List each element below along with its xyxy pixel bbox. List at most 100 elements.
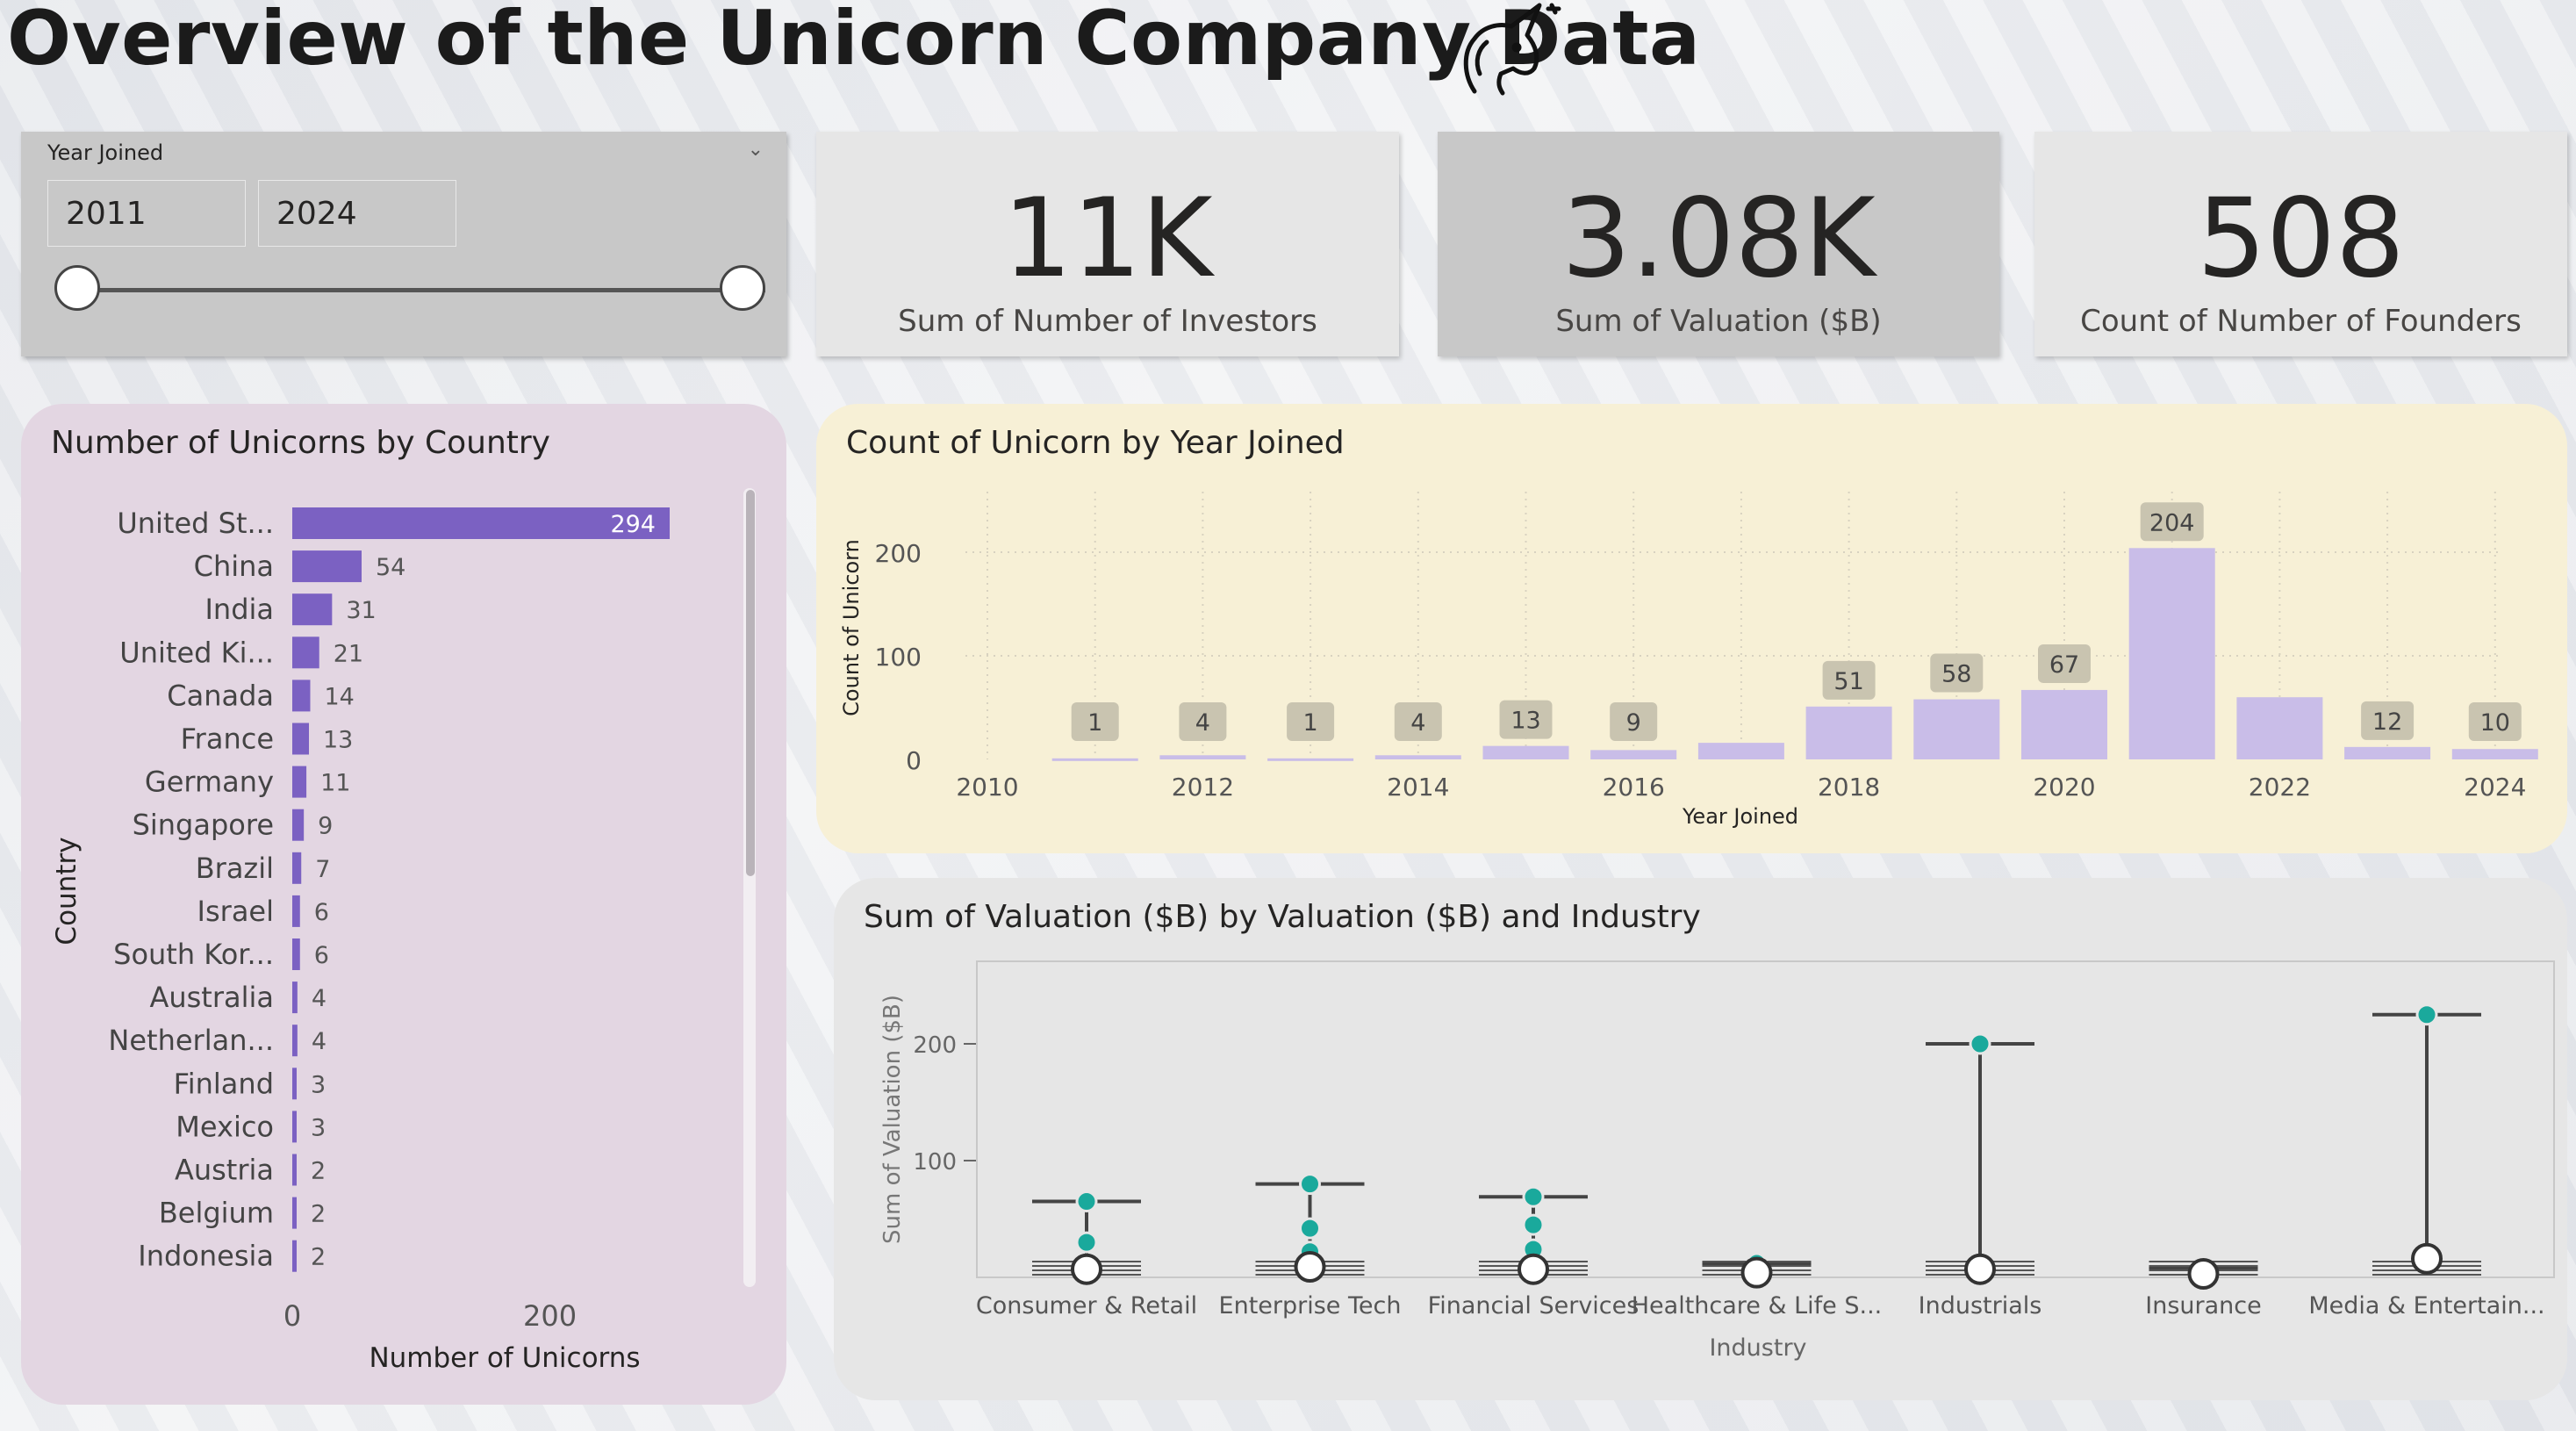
year-chart-panel: Count of Unicorn by Year Joined 0 100 200 2… [816,404,2567,853]
median-marker [2187,1258,2220,1291]
valuation-scatter-chart: 100 200 Consumer & Retail Enterprise Tech Fi… [879,960,2555,1362]
x-tick-label: 2018 [1818,773,1880,802]
data-point [1522,1213,1545,1236]
x-tick-label: Enterprise Tech [1219,1292,1402,1320]
data-label: 9 [318,813,333,840]
x-tick-label: Consumer & Retail [976,1292,1197,1320]
year-bar [1374,755,1461,759]
country-tick-label: Canada [167,679,274,712]
country-tick-label: Singapore [133,809,274,842]
country-bar [292,809,305,841]
data-point [1299,1217,1321,1240]
country-tick-label: Belgium [159,1197,274,1230]
slider-end-handle[interactable] [720,265,765,311]
slider-track[interactable] [79,288,765,292]
year-bar [2021,689,2107,759]
year-bar [1159,755,1246,759]
data-label: 1 [1303,709,1318,737]
x-tick-label: Insurance [2145,1292,2261,1320]
data-label: 14 [324,683,354,710]
data-label: 12 [2372,708,2402,736]
median-marker [2411,1242,2443,1275]
y-tick-label: 100 [875,643,922,672]
year-bar [2236,697,2323,759]
slider-start-handle[interactable] [54,265,100,311]
data-label: 3 [311,1114,326,1141]
country-bar [292,1068,297,1100]
country-bar [292,982,298,1014]
start-year-input[interactable]: 2011 [47,180,246,247]
country-tick-label: France [181,723,274,756]
country-tick-label: South Kor... [113,938,274,971]
country-bar [292,1154,297,1186]
slicer-label: Year Joined [47,140,164,165]
country-bar [292,680,311,712]
kpi-value: 11K [1002,176,1213,302]
data-label: 2 [311,1201,326,1228]
country-bar [292,593,333,626]
country-bar [292,1025,298,1057]
data-label: 2 [311,1244,326,1271]
country-chart-panel: Number of Unicorns by Country United St.… [21,404,786,1405]
country-bar [292,895,300,927]
kpi-label: Sum of Valuation ($B) [1555,304,1882,339]
data-label: 204 [2149,509,2195,536]
page-title: Overview of the Unicorn Company Data [7,0,1701,83]
x-tick-label: 2020 [2033,773,2095,802]
y-axis-title: Country [51,837,83,945]
year-bar [2344,746,2431,759]
scrollbar-thumb [746,490,755,876]
year-bar [2128,548,2215,759]
data-label: 7 [315,856,330,883]
kpi-value: 508 [2197,176,2405,302]
country-bar [292,1111,297,1143]
data-label: 2 [311,1158,326,1185]
year-bar [1805,706,1892,759]
year-bar [2451,749,2538,759]
kpi-label: Count of Number of Founders [2080,304,2522,339]
country-tick-label: United St... [117,507,274,540]
kpi-valuation-card: 3.08K Sum of Valuation ($B) [1438,132,1999,356]
x-tick-label: Media & Entertain... [2308,1292,2544,1320]
country-bar [292,1240,297,1272]
data-label: 4 [312,1028,326,1055]
x-tick-label: Financial Services [1428,1292,1640,1320]
data-label: 4 [1410,709,1425,737]
data-label: 9 [1626,709,1641,737]
data-label: 13 [1510,708,1540,735]
kpi-founders-card: 508 Count of Number of Founders [2034,132,2567,356]
data-label: 31 [346,597,376,624]
kpi-value: 3.08K [1561,176,1876,302]
y-axis-title: Count of Unicorn [839,539,864,716]
x-tick-label: 2016 [1603,773,1665,802]
country-bar [292,938,300,970]
country-tick-label: Mexico [176,1110,274,1143]
country-tick-label: India [205,593,274,626]
x-tick-label: 2010 [956,773,1018,802]
year-bar [1267,758,1354,761]
y-tick-label: 0 [906,746,922,775]
x-tick-label: 2024 [2464,773,2526,802]
data-label: 6 [314,942,329,969]
end-year-input[interactable]: 2024 [258,180,456,247]
data-label: 54 [376,554,405,581]
data-label: 21 [334,640,363,667]
valuation-chart-panel: Sum of Valuation ($B) by Valuation ($B) … [834,878,2567,1400]
country-tick-label: Australia [149,981,274,1014]
x-axis-title: Number of Unicorns [369,1342,640,1374]
x-tick-label: 2022 [2249,773,2311,802]
country-bar [292,723,310,755]
unicorn-icon [1463,3,1561,96]
data-label: 1 [1087,709,1102,737]
x-axis-title: Year Joined [1682,804,1798,829]
data-point [1299,1173,1321,1196]
median-marker [1071,1253,1102,1285]
chevron-down-icon[interactable]: ⌄ [748,139,764,161]
y-tick-label: 100 [913,1149,957,1176]
country-bar [292,636,319,669]
data-label: 13 [323,727,353,754]
year-joined-slicer[interactable]: Year Joined ⌄ 2011 2024 [21,132,786,356]
x-tick-label: 200 [523,1299,577,1333]
x-tick-label: 2014 [1387,773,1449,802]
x-tick-label: 0 [283,1299,301,1333]
